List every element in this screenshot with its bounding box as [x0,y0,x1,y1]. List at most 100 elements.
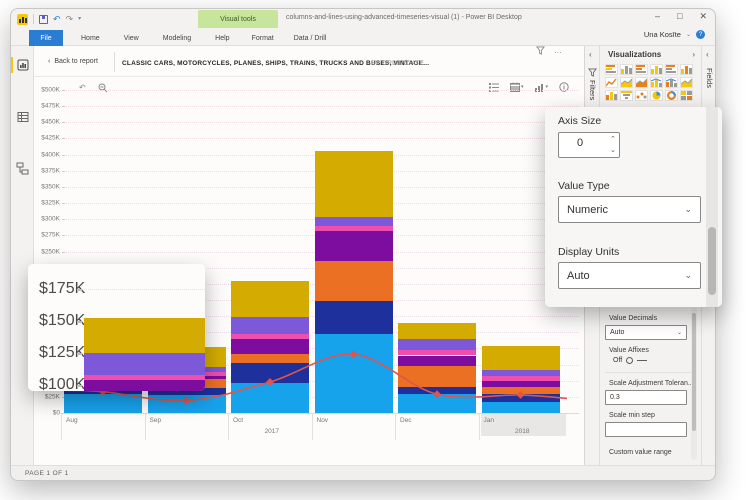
line-clustered-column-chart-icon[interactable] [650,77,663,88]
bar-segment[interactable] [231,363,309,384]
bar-segment[interactable] [314,301,393,335]
collapse-visualizations-chevron-icon[interactable]: › [692,50,695,59]
ribbon-chart-icon[interactable] [680,77,693,88]
clustered-bar-chart-icon[interactable] [635,64,648,75]
line-stacked-column-chart-icon[interactable] [665,77,678,88]
scatter-chart-icon[interactable] [635,90,648,101]
bar-segment[interactable] [481,370,560,376]
stacked-column-chart-icon[interactable] [620,64,633,75]
tab-help[interactable]: Help [203,35,241,42]
magnified-bar-segment[interactable] [84,353,205,375]
sidebar-item-report-view[interactable] [11,56,34,74]
bar-segment[interactable] [314,216,393,227]
bar-segment[interactable] [481,381,560,387]
screenshot-stage: ↶ ↷ ▾ Visual tools columns-and-lines-usi… [0,0,750,500]
value-decimals-dropdown[interactable]: Auto ⌄ [605,325,687,340]
tab-format[interactable]: Format [242,35,284,42]
bar-segment[interactable] [481,386,560,395]
matrix-icon[interactable] [680,90,693,101]
redo-icon[interactable]: ↷ [66,14,74,24]
visual-tools-contextual-tab[interactable]: Visual tools [198,10,278,28]
bar-segment[interactable] [398,350,476,356]
magnified-bar-segment[interactable] [84,318,205,353]
bar-segment[interactable] [64,393,142,413]
bar-segment[interactable] [314,231,393,262]
bar-segment[interactable] [398,339,476,351]
qat-customize-caret-icon[interactable]: ▾ [78,14,81,24]
bar-segment[interactable] [481,394,560,403]
tab-file[interactable]: File [29,30,63,46]
bar-segment[interactable] [231,354,309,364]
bar-segment[interactable] [481,346,560,371]
bar-segment[interactable] [314,151,393,217]
expand-filters-chevron-icon[interactable]: ‹ [589,50,592,59]
100-stacked-bar-chart-icon[interactable] [665,64,678,75]
stacked-bar-chart-icon[interactable] [605,64,618,75]
y-axis-tick-label: $350K [41,183,60,191]
spinner-up-icon[interactable]: ⌃ [610,134,616,145]
bar-segment[interactable] [398,355,476,367]
bar-segment[interactable] [314,226,393,232]
bar-segment[interactable] [481,375,560,382]
spinner-down-icon[interactable]: ⌄ [610,145,616,156]
tab-home[interactable]: Home [69,35,112,42]
bar-segment[interactable] [231,280,309,318]
bar-segment[interactable] [231,317,309,334]
scrollbar-thumb[interactable] [692,313,696,431]
tab-data-drill[interactable]: Data / Drill [284,35,337,42]
expand-fields-chevron-icon[interactable]: ‹ [706,50,709,59]
line-chart-icon[interactable] [605,77,618,88]
chevron-down-icon: ⌄ [684,270,692,280]
axis-size-spinner[interactable]: 0 ⌃ ⌄ [558,132,620,158]
area-chart-icon[interactable] [620,77,633,88]
value-affixes-label: Value Affixes [609,347,649,354]
x-axis-month-label: Oct [233,417,244,424]
clustered-column-chart-icon[interactable] [650,64,663,75]
tab-modeling[interactable]: Modeling [151,35,203,42]
magnified-bar-segment[interactable] [84,379,205,391]
quick-access-toolbar: ↶ ↷ ▾ [17,12,81,26]
tab-view[interactable]: View [112,35,151,42]
scrollbar-thumb[interactable] [708,227,716,295]
100-stacked-column-chart-icon[interactable] [680,64,693,75]
display-units-dropdown[interactable]: Auto ⌄ [558,262,701,289]
bar-segment[interactable] [481,402,560,413]
maximize-button[interactable]: □ [677,11,682,22]
scale-min-step-input[interactable] [605,422,687,437]
funnel-chart-icon[interactable] [620,90,633,101]
magnified-scrollbar[interactable] [706,107,718,307]
bar-segment[interactable] [231,339,309,355]
bar-segment[interactable] [314,261,393,302]
save-icon[interactable] [39,14,48,24]
bar-segment[interactable] [231,333,309,340]
minimize-button[interactable]: – [655,11,660,22]
pie-chart-icon[interactable] [650,90,663,101]
filters-pane-label: Filters [588,80,597,101]
sidebar-item-model-view[interactable] [11,159,34,177]
powerbi-logo-icon[interactable] [17,13,28,25]
display-units-label: Display Units [558,246,620,258]
undo-icon[interactable]: ↶ [53,14,61,24]
category-separator [144,413,146,440]
format-pane-scrollbar[interactable] [691,308,697,460]
bar-segment[interactable] [398,366,476,387]
filters-funnel-icon [588,68,597,77]
stacked-area-chart-icon[interactable] [635,77,648,88]
bar-segment[interactable] [398,322,476,340]
x-axis-month-label: Nov [316,417,329,424]
bar-segment[interactable] [147,394,226,413]
y-axis-tick-mark [61,235,65,237]
waterfall-chart-icon[interactable] [605,90,618,101]
bar-segment[interactable] [231,383,309,413]
sidebar-item-data-view[interactable] [11,108,34,126]
magnified-bar-segment[interactable] [84,374,205,380]
value-type-dropdown[interactable]: Numeric ⌄ [558,196,701,223]
value-affixes-toggle[interactable]: Off [613,357,693,364]
scale-adjustment-input[interactable]: 0.3 [605,390,687,405]
y-axis-tick-mark [61,138,65,140]
bar-segment[interactable] [398,394,476,413]
bar-segment[interactable] [398,386,476,395]
bar-segment[interactable] [314,334,393,413]
donut-chart-icon[interactable] [665,90,678,101]
close-button[interactable]: ✕ [699,11,707,22]
